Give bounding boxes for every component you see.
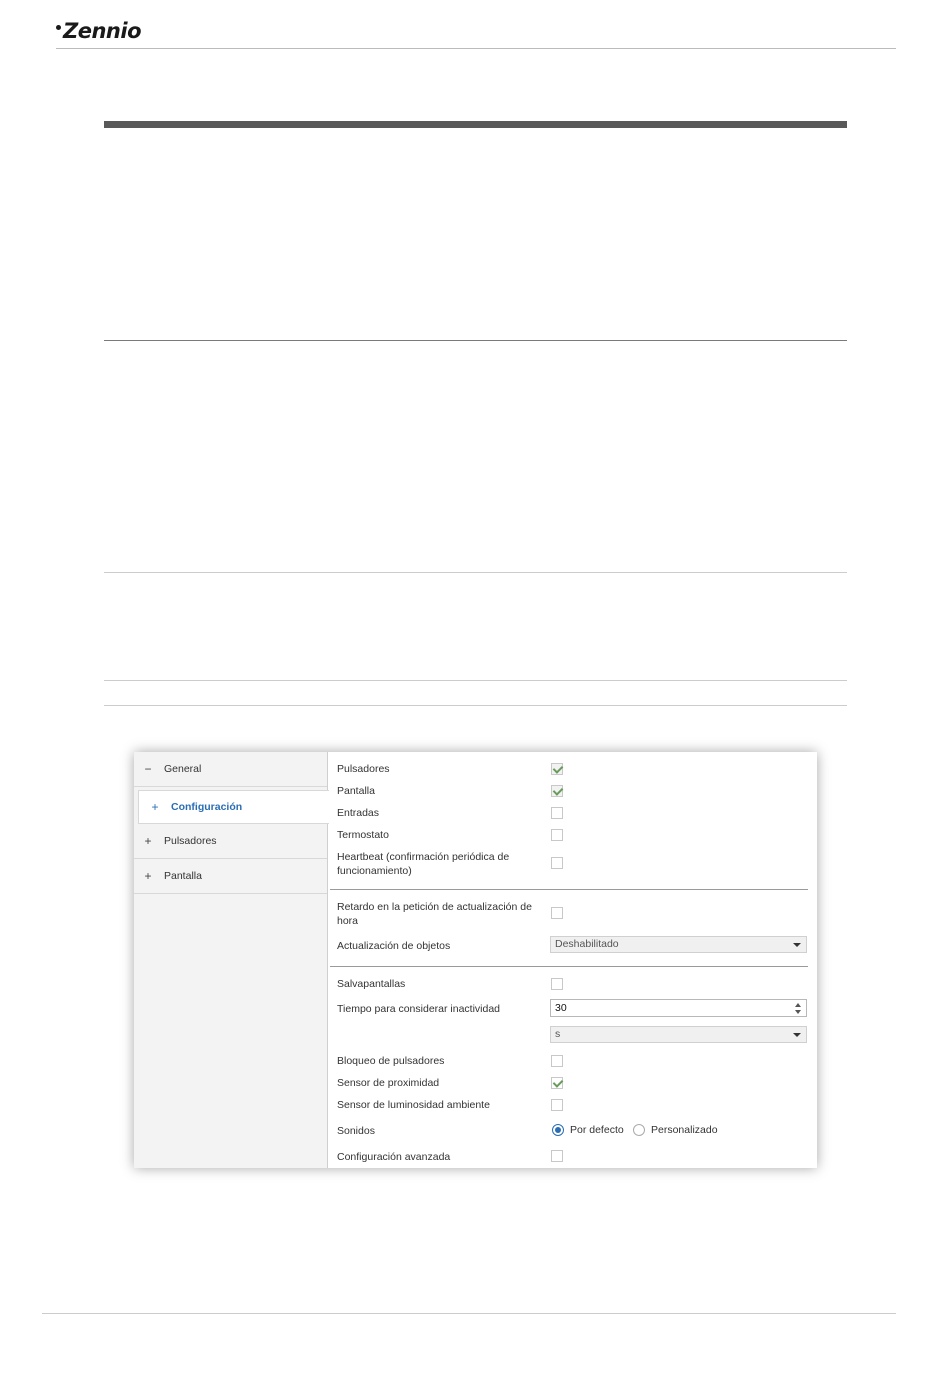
collapse-icon[interactable]: − <box>142 762 154 776</box>
checkbox-entradas[interactable] <box>551 807 563 819</box>
param-label-pulsadores: Pulsadores <box>337 763 390 775</box>
tiempo-spinbox[interactable]: 30 <box>550 999 807 1017</box>
retardo-line-1: Retardo en la petición de actualización … <box>337 901 532 913</box>
tiempo-unit-value: s <box>555 1028 561 1040</box>
footer-divider <box>42 1313 896 1314</box>
header-divider <box>56 48 896 49</box>
tiempo-value: 30 <box>555 1002 567 1014</box>
logo-text: Zennio <box>63 19 142 43</box>
parameters-window: − General + Configuración + Pulsadores +… <box>134 752 817 1168</box>
checkbox-pantalla[interactable] <box>551 785 563 797</box>
tree-item-label: General <box>164 763 202 775</box>
panel-separator-1 <box>330 889 808 890</box>
radio-por-defecto[interactable] <box>552 1124 564 1136</box>
actualizacion-value: Deshabilitado <box>555 938 619 950</box>
radio-personalizado[interactable] <box>633 1124 645 1136</box>
logo-dot-icon <box>56 24 61 30</box>
spin-up-icon[interactable] <box>795 1003 801 1007</box>
tree-item-general[interactable]: − General <box>134 752 327 787</box>
checkbox-retardo[interactable] <box>551 907 563 919</box>
param-label-termostato: Termostato <box>337 829 389 841</box>
tree-item-label: Pantalla <box>164 870 202 882</box>
tree-item-pulsadores[interactable]: + Pulsadores <box>134 824 327 859</box>
checkbox-termostato[interactable] <box>551 829 563 841</box>
radio-label-personalizado: Personalizado <box>651 1124 718 1136</box>
panel-separator-2 <box>330 966 808 967</box>
dropdown-caret-icon <box>793 1033 801 1037</box>
tiempo-unit-select[interactable]: s <box>550 1026 807 1043</box>
checkbox-salvapantallas[interactable] <box>551 978 563 990</box>
parameters-panel: Pulsadores Pantalla Entradas Termostato … <box>328 752 817 1168</box>
checkbox-pulsadores[interactable] <box>551 763 563 775</box>
param-label-pantalla: Pantalla <box>337 785 375 797</box>
checkbox-proximidad[interactable] <box>551 1077 563 1089</box>
checkbox-avanzada[interactable] <box>551 1150 563 1162</box>
checkbox-luminosidad[interactable] <box>551 1099 563 1111</box>
expand-icon[interactable]: + <box>142 869 154 883</box>
divider-4 <box>104 705 847 706</box>
param-label-sonidos: Sonidos <box>337 1125 375 1137</box>
tree-item-label: Configuración <box>171 801 243 813</box>
param-label-retardo: Retardo en la petición de actualización … <box>337 900 542 928</box>
param-label-luminosidad: Sensor de luminosidad ambiente <box>337 1099 490 1111</box>
divider-1 <box>104 340 847 341</box>
actualizacion-select[interactable]: Deshabilitado <box>550 936 807 953</box>
checkbox-bloqueo[interactable] <box>551 1055 563 1067</box>
param-label-tiempo: Tiempo para considerar inactividad <box>337 1003 501 1015</box>
param-label-entradas: Entradas <box>337 807 380 819</box>
retardo-line-2: hora <box>337 915 359 927</box>
param-label-avanzada: Configuración avanzada <box>337 1151 451 1163</box>
heartbeat-line-1: Heartbeat (confirmación periódica de <box>337 851 510 863</box>
param-label-salvapantallas: Salvapantallas <box>337 978 406 990</box>
expand-icon[interactable]: + <box>149 800 161 814</box>
navigation-tree: − General + Configuración + Pulsadores +… <box>134 752 329 1168</box>
divider-2 <box>104 572 847 573</box>
divider-3 <box>104 680 847 681</box>
checkbox-heartbeat[interactable] <box>551 857 563 869</box>
heartbeat-line-2: funcionamiento) <box>337 865 412 877</box>
param-label-actualizacion: Actualización de objetos <box>337 940 451 952</box>
dropdown-caret-icon <box>793 943 801 947</box>
tree-item-pantalla[interactable]: + Pantalla <box>134 859 327 894</box>
section-bar <box>104 121 847 128</box>
tree-item-configuracion[interactable]: + Configuración <box>138 790 329 824</box>
param-label-proximidad: Sensor de proximidad <box>337 1077 440 1089</box>
param-label-heartbeat: Heartbeat (confirmación periódica de fun… <box>337 850 542 878</box>
radio-label-por-defecto: Por defecto <box>570 1124 624 1136</box>
expand-icon[interactable]: + <box>142 834 154 848</box>
spin-down-icon[interactable] <box>795 1010 801 1014</box>
param-label-bloqueo: Bloqueo de pulsadores <box>337 1055 445 1067</box>
zennio-logo: Zennio <box>56 18 142 44</box>
tree-item-label: Pulsadores <box>164 835 217 847</box>
